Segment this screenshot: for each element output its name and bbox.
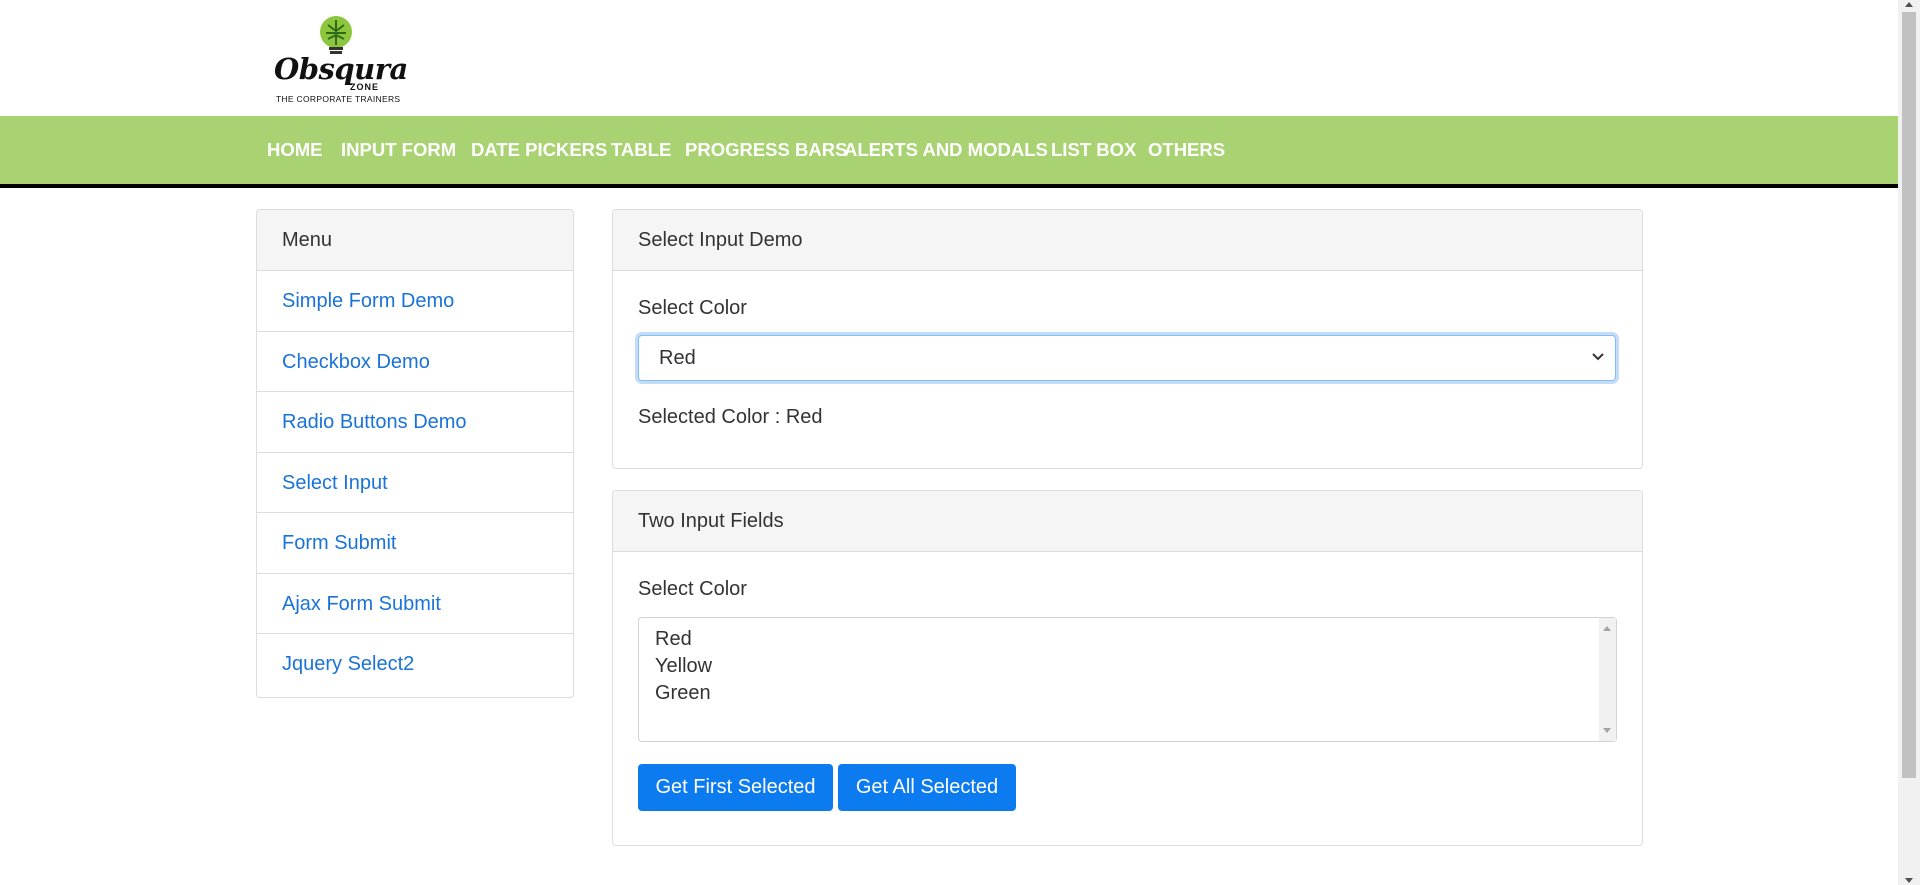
obsqura-logo[interactable]: Obsqura ZONE THE CORPORATE TRAINERS xyxy=(270,12,408,107)
sidebar-item-ajax-form-submit[interactable]: Ajax Form Submit xyxy=(257,574,573,634)
list-option-green[interactable]: Green xyxy=(655,682,711,705)
scrollbar-thumb[interactable] xyxy=(1902,12,1916,778)
scroll-up-arrow-icon[interactable] xyxy=(1905,2,1913,7)
two-input-fields-panel: Two Input Fields Select Color Red Yellow… xyxy=(612,490,1643,846)
nav-progress-bars[interactable]: PROGRESS BARS xyxy=(685,116,847,184)
sidebar-item-select-input[interactable]: Select Input xyxy=(257,453,573,513)
sidebar-item-checkbox-demo[interactable]: Checkbox Demo xyxy=(257,332,573,392)
nav-input-form[interactable]: INPUT FORM xyxy=(341,116,456,184)
top-navbar: HOME INPUT FORM DATE PICKERS TABLE PROGR… xyxy=(0,116,1898,188)
panel-title: Two Input Fields xyxy=(613,491,1642,552)
sidebar-title: Menu xyxy=(257,210,573,271)
selected-option: Red xyxy=(659,347,696,369)
sidebar-item-radio-buttons-demo[interactable]: Radio Buttons Demo xyxy=(257,392,573,453)
scroll-up-arrow-icon[interactable] xyxy=(1603,626,1611,631)
listbox-scrollbar[interactable] xyxy=(1599,618,1616,741)
selected-color-result: Selected Color : Red xyxy=(638,406,823,428)
color-multi-select-listbox[interactable]: Red Yellow Green xyxy=(638,617,1617,742)
nav-date-pickers[interactable]: DATE PICKERS xyxy=(471,116,607,184)
nav-table[interactable]: TABLE xyxy=(611,116,671,184)
nav-alerts-and-modals[interactable]: ALERTS AND MODALS xyxy=(844,116,1048,184)
nav-home[interactable]: HOME xyxy=(267,116,323,184)
sidebar-item-form-submit[interactable]: Form Submit xyxy=(257,513,573,574)
select-color-label: Select Color xyxy=(638,578,747,600)
logo-wordmark: Obsqura xyxy=(274,52,408,86)
nav-others[interactable]: OTHERS xyxy=(1148,116,1225,184)
color-select-dropdown[interactable]: Red xyxy=(638,335,1616,381)
scroll-down-arrow-icon[interactable] xyxy=(1905,878,1913,883)
nav-list-box[interactable]: LIST BOX xyxy=(1051,116,1136,184)
page-scrollbar[interactable] xyxy=(1898,0,1920,885)
get-first-selected-button[interactable]: Get First Selected xyxy=(638,764,833,811)
get-all-selected-button[interactable]: Get All Selected xyxy=(838,764,1016,811)
panel-title: Select Input Demo xyxy=(613,210,1642,271)
list-option-yellow[interactable]: Yellow xyxy=(655,655,712,678)
lightbulb-icon xyxy=(320,16,352,54)
sidebar-item-jquery-select2[interactable]: Jquery Select2 xyxy=(257,634,573,695)
scroll-down-arrow-icon[interactable] xyxy=(1603,728,1611,733)
list-option-red[interactable]: Red xyxy=(655,628,692,651)
logo-tagline: THE CORPORATE TRAINERS xyxy=(276,94,401,104)
chevron-down-icon xyxy=(1592,353,1604,361)
select-input-demo-panel: Select Input Demo Select Color Red Selec… xyxy=(612,209,1643,469)
sidebar-menu: Menu Simple Form Demo Checkbox Demo Radi… xyxy=(256,209,574,698)
sidebar-item-simple-form-demo[interactable]: Simple Form Demo xyxy=(257,271,573,332)
logo-zone-text: ZONE xyxy=(350,82,380,92)
select-color-label: Select Color xyxy=(638,297,747,319)
